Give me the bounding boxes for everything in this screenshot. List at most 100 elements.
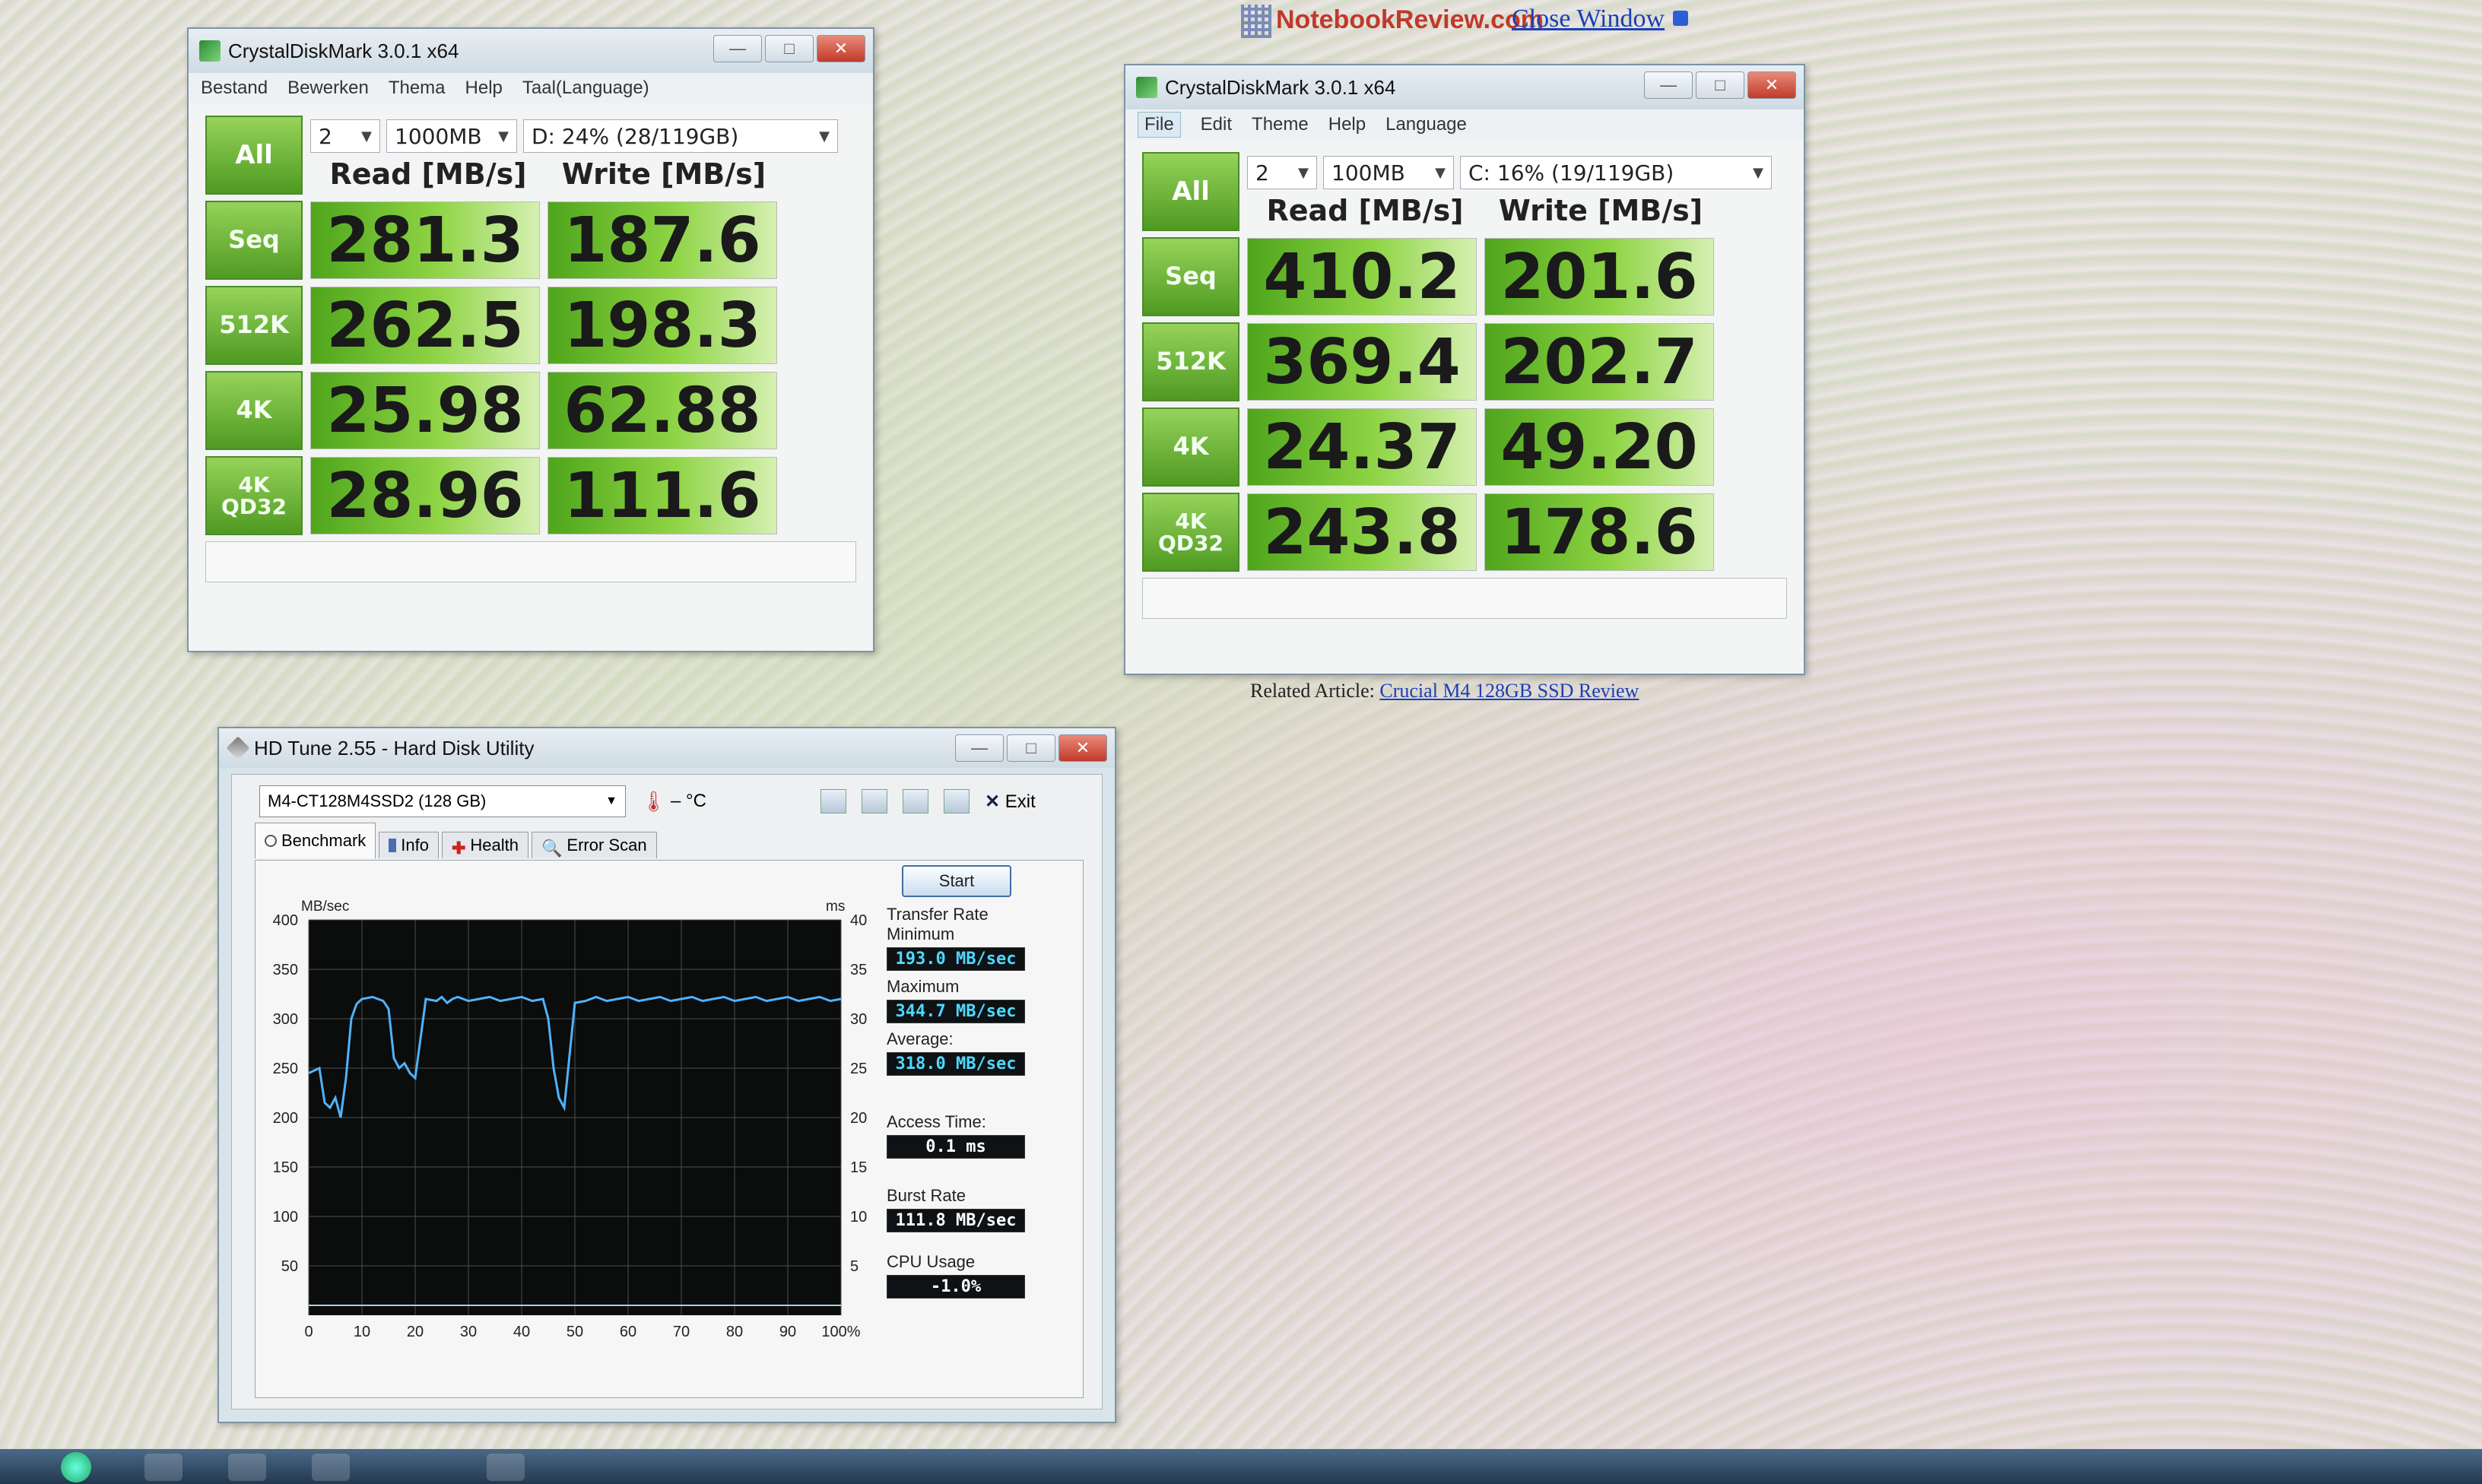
write-value-text: 187.6 bbox=[563, 204, 761, 277]
test-button[interactable]: Seq bbox=[205, 201, 303, 280]
title-bar[interactable]: CrystalDiskMark 3.0.1 x64 — □ ✕ bbox=[189, 29, 873, 73]
chevron-down-icon: ▼ bbox=[1435, 164, 1446, 181]
x-tick-label: 70 bbox=[673, 1324, 690, 1340]
maximize-icon[interactable]: □ bbox=[1007, 734, 1055, 762]
minimize-icon[interactable]: — bbox=[1644, 71, 1693, 99]
average-value: 318.0 MB/sec bbox=[887, 1052, 1025, 1076]
size-select[interactable]: 100MB ▼ bbox=[1323, 156, 1454, 189]
comment-box[interactable] bbox=[1142, 578, 1787, 619]
cpu-usage-label: CPU Usage bbox=[887, 1252, 976, 1271]
title-bar[interactable]: CrystalDiskMark 3.0.1 x64 — □ ✕ bbox=[1125, 65, 1804, 109]
close-icon[interactable]: ✕ bbox=[817, 35, 865, 62]
copy-info-icon[interactable] bbox=[820, 789, 846, 813]
maximize-icon[interactable]: □ bbox=[1696, 71, 1744, 99]
write-value: 201.6 bbox=[1484, 238, 1714, 316]
test-button[interactable]: 4K bbox=[1142, 407, 1239, 487]
all-button[interactable]: All bbox=[205, 116, 303, 195]
y2-tick-label: 40 bbox=[850, 912, 867, 929]
chevron-down-icon: ▼ bbox=[1298, 164, 1309, 181]
menu-item[interactable]: Language bbox=[1385, 114, 1467, 135]
test-button[interactable]: 512K bbox=[205, 286, 303, 365]
copy-screen-icon[interactable] bbox=[861, 789, 887, 813]
close-icon[interactable]: ✕ bbox=[1747, 71, 1796, 99]
window-title: HD Tune 2.55 - Hard Disk Utility bbox=[254, 736, 535, 759]
transfer-rate-chart: 0 10 20 30 40 50 60 70 80 90 100% 50 100 150 200 250 300… bbox=[273, 899, 868, 1340]
menu-item[interactable]: Help bbox=[465, 78, 503, 99]
test-button[interactable]: 512K bbox=[1142, 322, 1239, 401]
cpu-usage-value: -1.0% bbox=[887, 1275, 1025, 1298]
maximize-icon[interactable]: □ bbox=[765, 35, 814, 62]
read-value: 262.5 bbox=[310, 287, 540, 364]
drive-value: C: 16% (19/119GB) bbox=[1468, 160, 1674, 186]
close-window-icon[interactable] bbox=[1673, 11, 1688, 26]
read-header: Read [MB/s] bbox=[1266, 194, 1464, 227]
tab-health[interactable]: ✚ Health bbox=[441, 832, 529, 858]
x-tick-label: 50 bbox=[567, 1324, 583, 1340]
x-tick-label: 30 bbox=[460, 1324, 477, 1340]
read-value: 243.8 bbox=[1247, 493, 1477, 571]
menu-item[interactable]: Help bbox=[1328, 114, 1366, 135]
result-row: Seq 281.3 187.6 bbox=[205, 201, 856, 280]
menu-item[interactable]: Bewerken bbox=[287, 78, 369, 99]
result-row: Seq 410.2 201.6 bbox=[1142, 237, 1787, 316]
test-button[interactable]: 4K QD32 bbox=[1142, 493, 1239, 572]
options-icon[interactable] bbox=[943, 789, 970, 813]
read-value-text: 243.8 bbox=[1263, 496, 1461, 569]
drive-select[interactable]: C: 16% (19/119GB) ▼ bbox=[1460, 156, 1772, 189]
menu-item[interactable]: Edit bbox=[1201, 114, 1232, 135]
average-label: Average: bbox=[887, 1029, 954, 1048]
read-header: Read [MB/s] bbox=[329, 157, 527, 191]
y2-tick-label: 25 bbox=[850, 1061, 867, 1077]
test-button[interactable]: Seq bbox=[1142, 237, 1239, 316]
tab-error-scan[interactable]: 🔍 Error Scan bbox=[532, 832, 657, 858]
comment-box[interactable] bbox=[205, 541, 856, 582]
size-select[interactable]: 1000MB ▼ bbox=[386, 119, 517, 153]
menu-bar: Bestand Bewerken Thema Help Taal(Languag… bbox=[189, 73, 873, 103]
minimize-icon[interactable]: — bbox=[713, 35, 762, 62]
site-logo[interactable]: NotebookReview.com bbox=[1241, 5, 1544, 38]
count-value: 2 bbox=[319, 123, 332, 149]
cdm-body: All 2 ▼ 1000MB ▼ D: 24% (28/119GB) ▼ Read [… bbox=[189, 103, 873, 651]
menu-item[interactable]: Thema bbox=[389, 78, 446, 99]
minimize-icon[interactable]: — bbox=[955, 734, 1004, 762]
save-icon[interactable] bbox=[902, 789, 928, 813]
exit-button[interactable]: ✕ Exit bbox=[985, 791, 1036, 813]
result-row: 512K 369.4 202.7 bbox=[1142, 322, 1787, 401]
result-row: 4K QD32 28.96 111.6 bbox=[205, 456, 856, 535]
menu-item[interactable]: Taal(Language) bbox=[522, 78, 649, 99]
hdtune-icon bbox=[226, 736, 250, 760]
y2-tick-label: 5 bbox=[850, 1258, 859, 1275]
drive-select[interactable]: D: 24% (28/119GB) ▼ bbox=[523, 119, 838, 153]
close-icon[interactable]: ✕ bbox=[1058, 734, 1107, 762]
tab-info[interactable]: Info bbox=[379, 832, 439, 858]
close-window-link[interactable]: Close Window bbox=[1512, 5, 1665, 33]
chevron-down-icon: ▼ bbox=[498, 128, 509, 144]
write-value-text: 49.20 bbox=[1500, 411, 1698, 484]
x-tick-label: 100% bbox=[821, 1324, 860, 1340]
menu-item[interactable]: File bbox=[1138, 112, 1181, 138]
menu-item[interactable]: Bestand bbox=[201, 78, 268, 99]
x-tick-label: 0 bbox=[304, 1324, 313, 1340]
count-select[interactable]: 2 ▼ bbox=[310, 119, 380, 153]
start-button[interactable]: Start bbox=[902, 865, 1011, 897]
taskbar-item[interactable] bbox=[228, 1454, 266, 1481]
all-button[interactable]: All bbox=[1142, 152, 1239, 231]
related-article-link[interactable]: Crucial M4 128GB SSD Review bbox=[1379, 680, 1639, 702]
drive-select[interactable]: M4-CT128M4SSD2 (128 GB) ▼ bbox=[259, 785, 626, 817]
test-button[interactable]: 4K bbox=[205, 371, 303, 450]
read-value: 28.96 bbox=[310, 457, 540, 534]
result-row: 512K 262.5 198.3 bbox=[205, 286, 856, 365]
test-button[interactable]: 4K QD32 bbox=[205, 456, 303, 535]
tab-benchmark[interactable]: Benchmark bbox=[255, 823, 376, 858]
menu-item[interactable]: Theme bbox=[1252, 114, 1309, 135]
taskbar-item[interactable] bbox=[312, 1454, 350, 1481]
taskbar-item[interactable] bbox=[144, 1454, 182, 1481]
read-value: 25.98 bbox=[310, 372, 540, 449]
start-orb-icon[interactable] bbox=[61, 1452, 91, 1482]
title-bar[interactable]: HD Tune 2.55 - Hard Disk Utility — □ ✕ bbox=[219, 728, 1115, 768]
count-select[interactable]: 2 ▼ bbox=[1247, 156, 1317, 189]
access-time-value: 0.1 ms bbox=[887, 1135, 1025, 1159]
read-value: 410.2 bbox=[1247, 238, 1477, 316]
taskbar-item[interactable] bbox=[487, 1454, 525, 1481]
write-value: 178.6 bbox=[1484, 493, 1714, 571]
